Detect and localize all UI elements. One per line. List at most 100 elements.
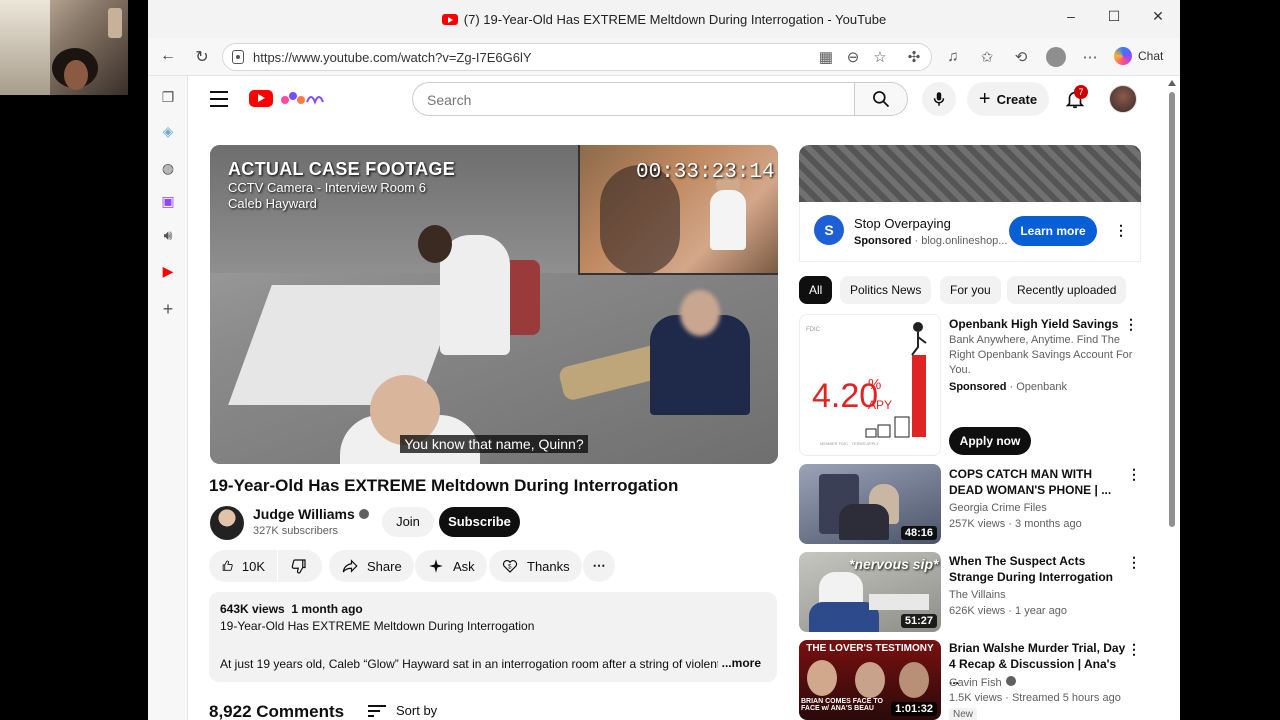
ad-banner-image[interactable]	[799, 145, 1141, 202]
account-avatar[interactable]	[1109, 85, 1137, 113]
chip-for-you[interactable]: For you	[940, 276, 1001, 304]
rec-thumbnail[interactable]: THE LOVER'S TESTIMONY BRIAN COMES FACE T…	[799, 640, 941, 720]
rec-thumbnail[interactable]: *nervous sip* 51:27	[799, 552, 941, 632]
zoom-icon[interactable]: ⊖	[844, 48, 862, 66]
rec-thumb-caption: *nervous sip*	[849, 556, 939, 572]
openbank-ad-graphic: FDIC 4.20 % APY MEMBER FDIC · TERMS APPL…	[806, 322, 927, 446]
chip-recently-uploaded[interactable]: Recently uploaded	[1007, 276, 1127, 304]
media-icon[interactable]: ♫	[944, 48, 962, 65]
chip-all[interactable]: All	[799, 276, 833, 304]
rec-title[interactable]: When The Suspect Acts Strange During Int…	[949, 553, 1129, 585]
show-more-link[interactable]: ...more	[717, 656, 761, 670]
more-menu-icon[interactable]: ⋯	[1081, 48, 1099, 66]
caption-text: You know that name, Quinn?	[400, 435, 588, 453]
rec-thumb-headline: THE LOVER'S TESTIMONY	[806, 643, 934, 654]
create-button[interactable]: + Create	[967, 82, 1049, 116]
rec-channel[interactable]: The Villains	[949, 589, 1006, 601]
video-title: 19-Year-Old Has EXTREME Meltdown During …	[209, 476, 679, 495]
page-scrollbar[interactable]	[1164, 76, 1180, 720]
ad-options-icon[interactable]: ⋮	[1113, 222, 1129, 238]
doodle-logo-icon[interactable]	[277, 88, 325, 108]
rec-channel[interactable]: Georgia Crime Files	[949, 502, 1047, 514]
copilot-chat-button[interactable]: Chat	[1114, 47, 1163, 65]
webcam-person-face	[64, 60, 88, 90]
ad-title: Stop Overpaying	[854, 216, 951, 231]
extensions-icon[interactable]: ✣	[905, 48, 923, 66]
apply-now-button[interactable]: Apply now	[949, 427, 1031, 455]
openbank-ad-thumbnail[interactable]: FDIC 4.20 % APY MEMBER FDIC · TERMS APPL…	[799, 314, 941, 456]
description-box[interactable]: 643K views 1 month ago 19-Year-Old Has E…	[209, 592, 777, 682]
back-button[interactable]: ←	[158, 47, 178, 65]
app-icon[interactable]: ◈	[159, 122, 177, 140]
rec-thumb-subline: BRIAN COMES FACE TO FACE w/ ANA'S BEAU	[801, 698, 883, 712]
description-meta: 643K views 1 month ago	[220, 602, 363, 616]
video-player[interactable]: ACTUAL CASE FOOTAGE CCTV Camera - Interv…	[210, 145, 778, 464]
video-frame-suspect-head	[418, 225, 452, 263]
channel-avatar[interactable]	[210, 506, 244, 540]
video-frame-officer-head	[680, 290, 720, 336]
more-horizontal-icon: ⋯	[592, 558, 606, 573]
rec-options-icon[interactable]: ⋮	[1126, 466, 1142, 482]
menu-icon[interactable]	[210, 91, 228, 107]
scrollbar-thumb[interactable]	[1169, 92, 1175, 527]
thanks-heart-icon: $	[502, 560, 518, 573]
rec-channel[interactable]: Gavin Fish	[949, 676, 1016, 689]
rec-title[interactable]: Openbank High Yield Savings	[949, 316, 1129, 332]
youtube-sidebar-icon[interactable]: ▶	[159, 262, 177, 280]
webcam-background	[0, 0, 50, 95]
verified-icon	[358, 509, 369, 519]
youtube-logo-icon[interactable]	[249, 90, 273, 107]
more-actions-button[interactable]: ⋯	[583, 550, 615, 582]
chat-label: Chat	[1138, 49, 1164, 63]
minimize-button[interactable]: –	[1061, 8, 1081, 24]
like-button[interactable]: 10K	[209, 550, 277, 582]
share-button[interactable]: Share	[329, 550, 414, 582]
favorite-star-icon[interactable]: ☆	[871, 48, 889, 66]
close-window-button[interactable]: ✕	[1148, 8, 1168, 25]
apps-icon[interactable]: ▦	[817, 48, 835, 66]
closed-caption: You know that name, Quinn?	[210, 435, 778, 454]
history-icon[interactable]: ⟲	[1012, 48, 1030, 66]
rec-options-icon[interactable]: ⋮	[1126, 554, 1142, 570]
rec-title[interactable]: COPS CATCH MAN WITH DEAD WOMAN'S PHONE |…	[949, 466, 1129, 498]
subscribe-button[interactable]: Subscribe	[439, 507, 520, 537]
svg-text:$: $	[508, 564, 512, 570]
title-bar: (7) 19-Year-Old Has EXTREME Meltdown Dur…	[148, 0, 1180, 38]
svg-text:MEMBER FDIC · TERMS APPLY: MEMBER FDIC · TERMS APPLY	[820, 441, 879, 446]
overlay-title: ACTUAL CASE FOOTAGE	[228, 159, 456, 179]
search-icon	[873, 91, 890, 108]
ad-card[interactable]: S Stop Overpaying Sponsored · blog.onlin…	[799, 202, 1141, 262]
thanks-button[interactable]: $ Thanks	[489, 550, 582, 582]
rec-options-icon[interactable]: ⋮	[1126, 641, 1142, 657]
tabs-icon[interactable]: ❐	[159, 88, 177, 106]
profile-icon[interactable]	[1046, 47, 1066, 67]
reload-button[interactable]: ↻	[192, 47, 212, 67]
twitch-icon[interactable]: ▣	[159, 192, 177, 210]
thumbs-up-icon	[222, 560, 233, 571]
globe-icon[interactable]: ◍	[159, 159, 177, 177]
speaker-icon[interactable]: 🔊︎	[159, 226, 177, 244]
search-button[interactable]	[854, 82, 908, 116]
copilot-icon	[1114, 47, 1132, 65]
add-icon[interactable]: +	[159, 300, 177, 318]
browser-window: (7) 19-Year-Old Has EXTREME Meltdown Dur…	[148, 0, 1180, 720]
description-body: At just 19 years old, Caleb “Glow” Haywa…	[220, 657, 721, 671]
scroll-up-arrow-icon[interactable]	[1168, 80, 1176, 86]
sort-comments-button[interactable]: Sort by	[368, 703, 437, 718]
chip-politics-news[interactable]: Politics News	[840, 276, 932, 304]
rec-thumbnail[interactable]: 48:16	[799, 464, 941, 544]
search-input[interactable]: Search	[412, 82, 855, 116]
learn-more-button[interactable]: Learn more	[1009, 216, 1097, 246]
overlay-timestamp: 00:33:23:14	[636, 161, 775, 184]
sort-label: Sort by	[396, 703, 438, 718]
ask-button[interactable]: Ask	[415, 550, 487, 582]
youtube-favicon-icon	[441, 14, 458, 25]
rec-options-icon[interactable]: ⋮	[1123, 316, 1139, 332]
favorites-icon[interactable]: ✩	[978, 48, 996, 66]
channel-name[interactable]: Judge Williams	[253, 506, 369, 522]
dislike-button[interactable]	[278, 550, 322, 582]
voice-search-button[interactable]	[922, 82, 956, 116]
join-button[interactable]: Join	[382, 507, 434, 537]
plus-icon: +	[978, 87, 991, 110]
maximize-button[interactable]: ☐	[1104, 8, 1124, 25]
